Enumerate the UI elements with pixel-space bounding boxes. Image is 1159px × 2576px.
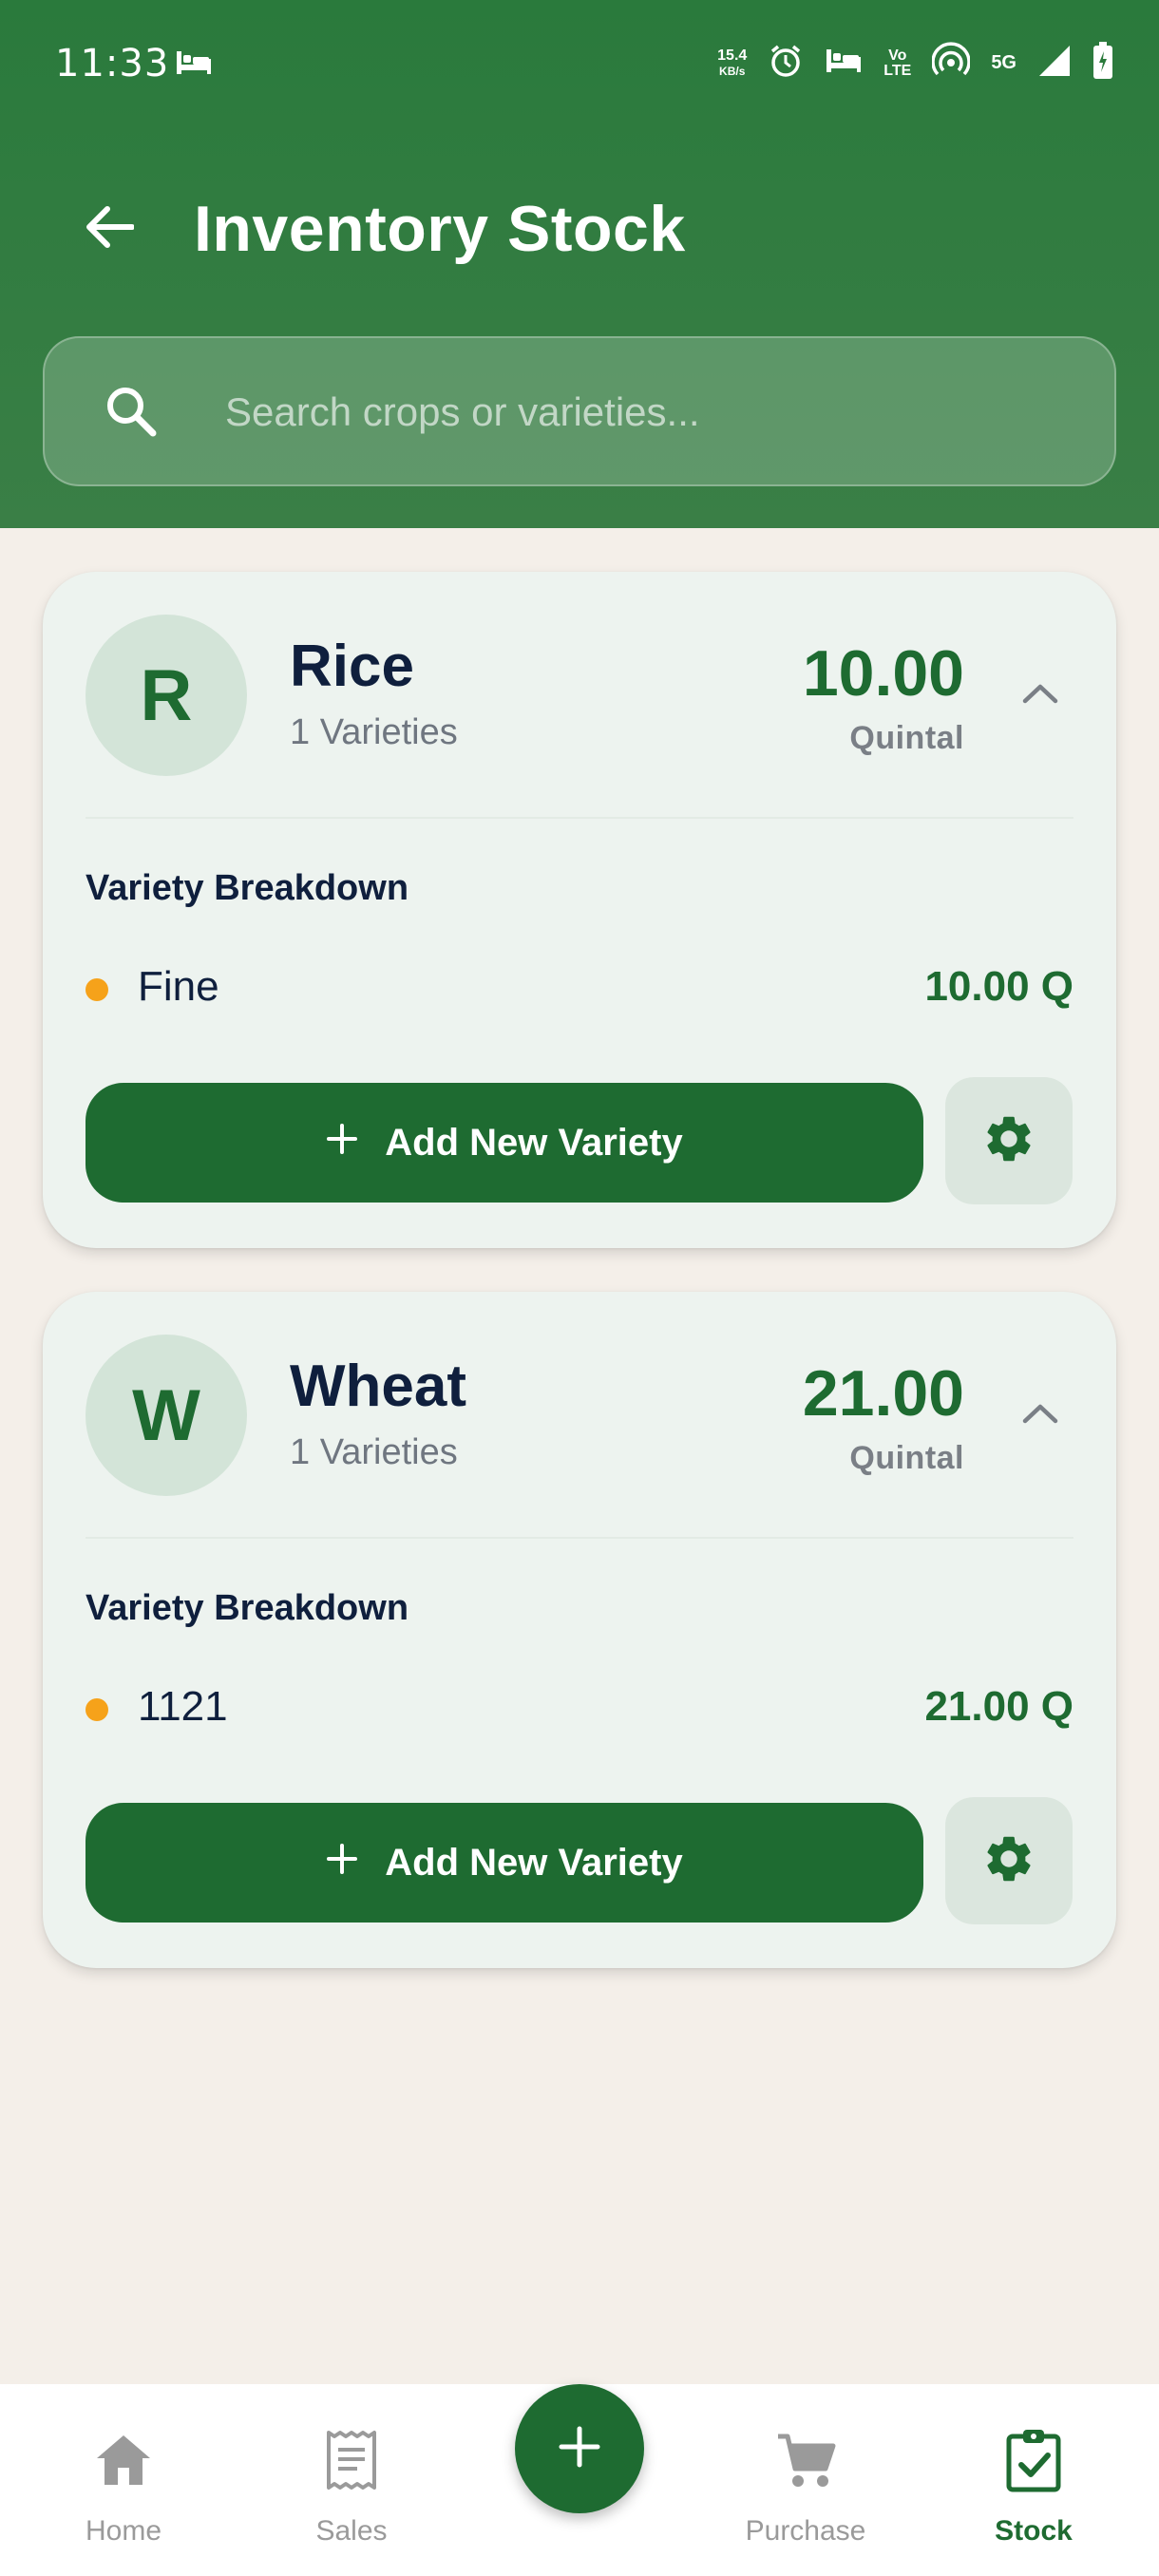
signal-icon [1037,44,1072,83]
chevron-up-icon [1021,1402,1059,1430]
chevron-up-icon [1021,682,1059,710]
add-new-variety-label: Add New Variety [385,1121,683,1164]
crop-quantity: 10.00 [802,637,964,710]
clipboard-check-icon [939,2422,1129,2498]
variety-breakdown-title: Variety Breakdown [86,868,409,908]
add-new-variety-button[interactable]: Add New Variety [86,1083,923,1203]
variety-breakdown-title: Variety Breakdown [86,1588,409,1628]
search-input[interactable] [225,376,1061,448]
gear-icon [981,1831,1036,1891]
divider [86,817,1074,819]
search-icon [105,386,157,442]
variety-quantity: 21.00 Q [924,1683,1074,1730]
volte-icon: Vo LTE [884,47,912,79]
sleep-mode-icon [175,49,213,81]
status-bar: 11:33 15.4 KB/s Vo LTE 5G [0,0,1159,133]
variety-dot [86,978,108,1001]
settings-button[interactable] [945,1797,1073,1924]
nav-item-stock[interactable]: Stock [939,2422,1129,2548]
collapse-button[interactable] [1012,667,1069,724]
nav-item-purchase[interactable]: Purchase [711,2422,901,2548]
plus-icon [326,1122,358,1165]
nav-item-sales[interactable]: Sales [256,2422,446,2548]
variety-name: Fine [138,963,219,1010]
add-new-variety-label: Add New Variety [385,1841,683,1884]
variety-dot [86,1698,108,1721]
status-icons: 15.4 KB/s Vo LTE 5G [717,42,1113,85]
plus-icon [558,2425,601,2473]
collapse-button[interactable] [1012,1387,1069,1444]
crop-card-rice: R Rice 1 Varieties 10.00 Quintal Variety… [43,572,1116,1248]
gear-icon [981,1111,1036,1171]
crop-card-wheat: W Wheat 1 Varieties 21.00 Quintal Variet… [43,1292,1116,1968]
sleep-icon [825,47,863,79]
plus-icon [326,1842,358,1885]
crop-varieties-count: 1 Varieties [290,1432,458,1472]
crop-name: Rice [290,634,414,699]
cart-icon [711,2422,901,2498]
nav-item-home[interactable]: Home [28,2422,218,2548]
crop-avatar: R [86,615,247,776]
add-fab-button[interactable] [515,2384,644,2513]
search-bar[interactable] [43,336,1116,486]
variety-name: 1121 [138,1683,228,1730]
add-new-variety-button[interactable]: Add New Variety [86,1803,923,1923]
settings-button[interactable] [945,1077,1073,1204]
battery-icon [1092,42,1113,85]
arrow-left-icon [85,205,135,254]
app-header: 11:33 15.4 KB/s Vo LTE 5G Inventory Stoc… [0,0,1159,528]
network-speed: 15.4 KB/s [717,47,748,78]
back-button[interactable] [76,196,142,262]
crop-avatar: W [86,1335,247,1496]
home-icon [28,2422,218,2498]
network-type: 5G [991,52,1016,73]
crop-quantity: 21.00 [802,1357,964,1430]
receipt-icon [256,2422,446,2498]
nav-label: Home [85,2515,162,2547]
crop-unit: Quintal [849,720,964,756]
hotspot-icon [931,42,972,85]
crop-varieties-count: 1 Varieties [290,712,458,752]
nav-label: Purchase [745,2515,866,2547]
nav-label: Sales [315,2515,388,2547]
nav-label: Stock [995,2515,1073,2547]
divider [86,1537,1074,1539]
variety-quantity: 10.00 Q [924,963,1074,1010]
alarm-icon [768,43,804,84]
page-title: Inventory Stock [194,193,686,265]
crop-name: Wheat [290,1354,466,1419]
crop-unit: Quintal [849,1440,964,1476]
status-time: 11:33 [55,42,170,85]
